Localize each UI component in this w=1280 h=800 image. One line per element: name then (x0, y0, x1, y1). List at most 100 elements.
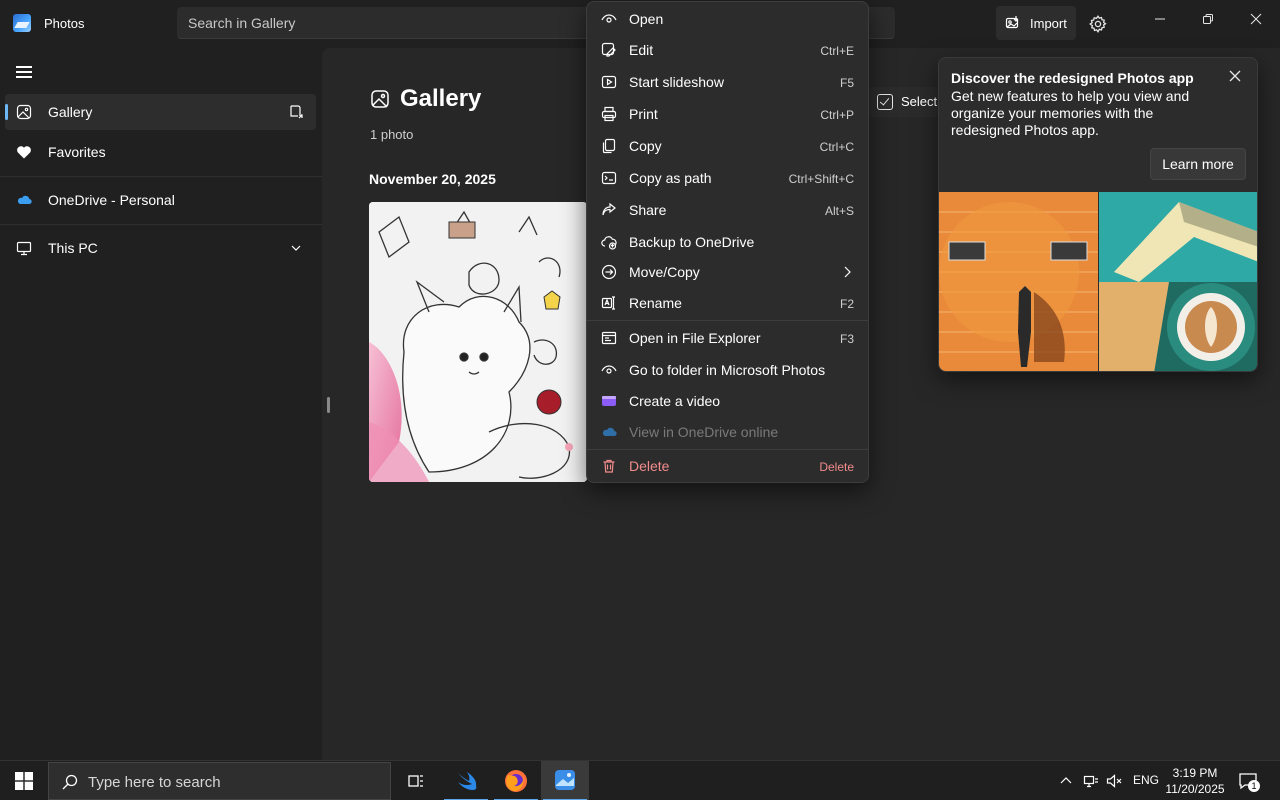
minimize-button[interactable] (1150, 12, 1170, 34)
sidebar-item-this-pc[interactable]: This PC (5, 230, 316, 266)
taskbar-search-input[interactable]: Type here to search (48, 762, 391, 800)
menu-item-rename[interactable]: Rename F2 (591, 288, 864, 318)
select-button[interactable]: Select (868, 87, 938, 117)
menu-item-print[interactable]: Print Ctrl+P (591, 99, 864, 129)
menu-item-share[interactable]: Share Alt+S (591, 195, 864, 225)
menu-item-open-file-explorer[interactable]: Open in File Explorer F3 (591, 323, 864, 353)
pin-icon[interactable] (288, 104, 304, 120)
active-indicator (5, 104, 8, 120)
hamburger-menu-icon[interactable] (16, 66, 32, 78)
copy-icon (602, 138, 616, 154)
copy-path-icon (601, 171, 617, 185)
gear-icon[interactable] (1088, 14, 1108, 34)
sidebar: Gallery Favorites OneDrive - Personal Th… (0, 48, 322, 760)
menu-item-label: Create a video (629, 393, 721, 409)
menu-item-go-to-folder[interactable]: Go to folder in Microsoft Photos (591, 355, 864, 385)
monitor-icon (16, 241, 32, 256)
close-icon[interactable] (1228, 69, 1242, 83)
sidebar-divider (0, 176, 322, 177)
printer-icon (601, 106, 617, 122)
rename-icon (601, 296, 615, 310)
clock[interactable]: 3:19 PM 11/20/2025 (1160, 765, 1230, 797)
menu-item-shortcut: Ctrl+Shift+C (788, 172, 854, 186)
select-label: Select (901, 94, 938, 109)
menu-item-shortcut: Delete (819, 460, 854, 474)
app-title: Photos (44, 16, 85, 31)
menu-item-shortcut: F2 (839, 297, 854, 311)
menu-item-view-onedrive-online: View in OneDrive online (591, 417, 864, 447)
menu-item-label: Backup to OneDrive (629, 234, 755, 250)
cloud-upload-icon (601, 236, 617, 250)
menu-item-label: Rename (629, 295, 682, 311)
menu-item-open[interactable]: Open (591, 4, 864, 34)
menu-item-label: Share (629, 202, 667, 218)
menu-item-move-copy[interactable]: Move/Copy (591, 257, 864, 287)
tip-title: Discover the redesigned Photos app (951, 70, 1194, 86)
menu-item-start-slideshow[interactable]: Start slideshow F5 (591, 67, 864, 97)
firefox-icon (505, 770, 527, 792)
taskbar-app-firefox[interactable] (492, 761, 540, 800)
menu-item-label: Copy (629, 138, 662, 154)
taskbar-app-swift[interactable] (442, 761, 490, 800)
menu-separator (587, 449, 868, 450)
menu-item-label: Delete (629, 458, 670, 474)
gallery-icon (371, 90, 389, 108)
import-label: Import (1030, 16, 1067, 31)
menu-item-create-video[interactable]: Create a video (591, 386, 864, 416)
sidebar-item-label: This PC (48, 240, 98, 256)
import-button[interactable]: Import (996, 6, 1076, 40)
sidebar-item-onedrive[interactable]: OneDrive - Personal (5, 182, 316, 218)
menu-item-backup-onedrive[interactable]: Backup to OneDrive (591, 227, 864, 257)
import-icon (1005, 16, 1019, 29)
checkbox-icon (877, 94, 893, 110)
menu-item-shortcut: F5 (839, 76, 854, 90)
move-icon (601, 264, 617, 280)
pane-resize-handle[interactable] (327, 397, 330, 413)
network-icon[interactable] (1083, 773, 1099, 789)
sidebar-divider (0, 224, 322, 225)
tip-hero-image (939, 192, 1257, 371)
sidebar-item-gallery[interactable]: Gallery (5, 94, 316, 130)
menu-item-label: Open (629, 11, 664, 27)
swift-app-icon (458, 772, 477, 790)
menu-item-label: Print (629, 106, 658, 122)
trash-icon (603, 459, 615, 473)
notification-badge: 1 (1248, 780, 1260, 792)
page-title: Gallery (400, 85, 482, 112)
photos-app-icon (13, 14, 31, 32)
photo-count: 1 photo (370, 127, 414, 142)
windows-start-icon[interactable] (15, 772, 33, 790)
menu-item-label: Open in File Explorer (629, 330, 761, 346)
date-group-header: November 20, 2025 (369, 171, 496, 187)
menu-item-copy[interactable]: Copy Ctrl+C (591, 131, 864, 161)
photo-thumbnail[interactable] (369, 202, 587, 482)
chevron-down-icon[interactable] (290, 242, 302, 254)
task-view-button[interactable] (392, 761, 440, 800)
sidebar-item-favorites[interactable]: Favorites (5, 134, 316, 170)
context-menu: Open Edit Ctrl+E Start slideshow F5 Prin… (586, 1, 869, 483)
speaker-muted-icon[interactable] (1106, 773, 1122, 789)
clock-date: 11/20/2025 (1165, 782, 1225, 796)
menu-item-shortcut: F3 (839, 332, 854, 346)
edit-image-icon (601, 42, 616, 57)
menu-item-copy-as-path[interactable]: Copy as path Ctrl+Shift+C (591, 163, 864, 193)
menu-item-shortcut: Ctrl+P (820, 108, 854, 122)
menu-item-label: View in OneDrive online (629, 424, 779, 440)
search-placeholder: Search in Gallery (188, 15, 296, 31)
learn-more-button[interactable]: Learn more (1150, 148, 1246, 180)
taskbar-app-photos[interactable] (541, 761, 589, 800)
menu-item-label: Copy as path (629, 170, 712, 186)
chevron-up-icon[interactable] (1058, 773, 1074, 789)
notification-center-button[interactable]: 1 (1238, 771, 1260, 792)
menu-item-edit[interactable]: Edit Ctrl+E (591, 35, 864, 65)
language-indicator[interactable]: ENG (1133, 773, 1159, 787)
restore-icon (1203, 14, 1213, 24)
menu-item-label: Edit (629, 42, 654, 58)
maximize-button[interactable] (1198, 12, 1218, 34)
taskbar: Type here to search ENG 3:19 PM 11/20/20… (0, 760, 1280, 800)
teaching-tip: Discover the redesigned Photos app Get n… (938, 57, 1258, 372)
search-icon (62, 774, 78, 790)
close-window-button[interactable] (1246, 12, 1266, 34)
menu-item-delete[interactable]: Delete Delete (591, 451, 864, 481)
slideshow-icon (601, 75, 617, 89)
